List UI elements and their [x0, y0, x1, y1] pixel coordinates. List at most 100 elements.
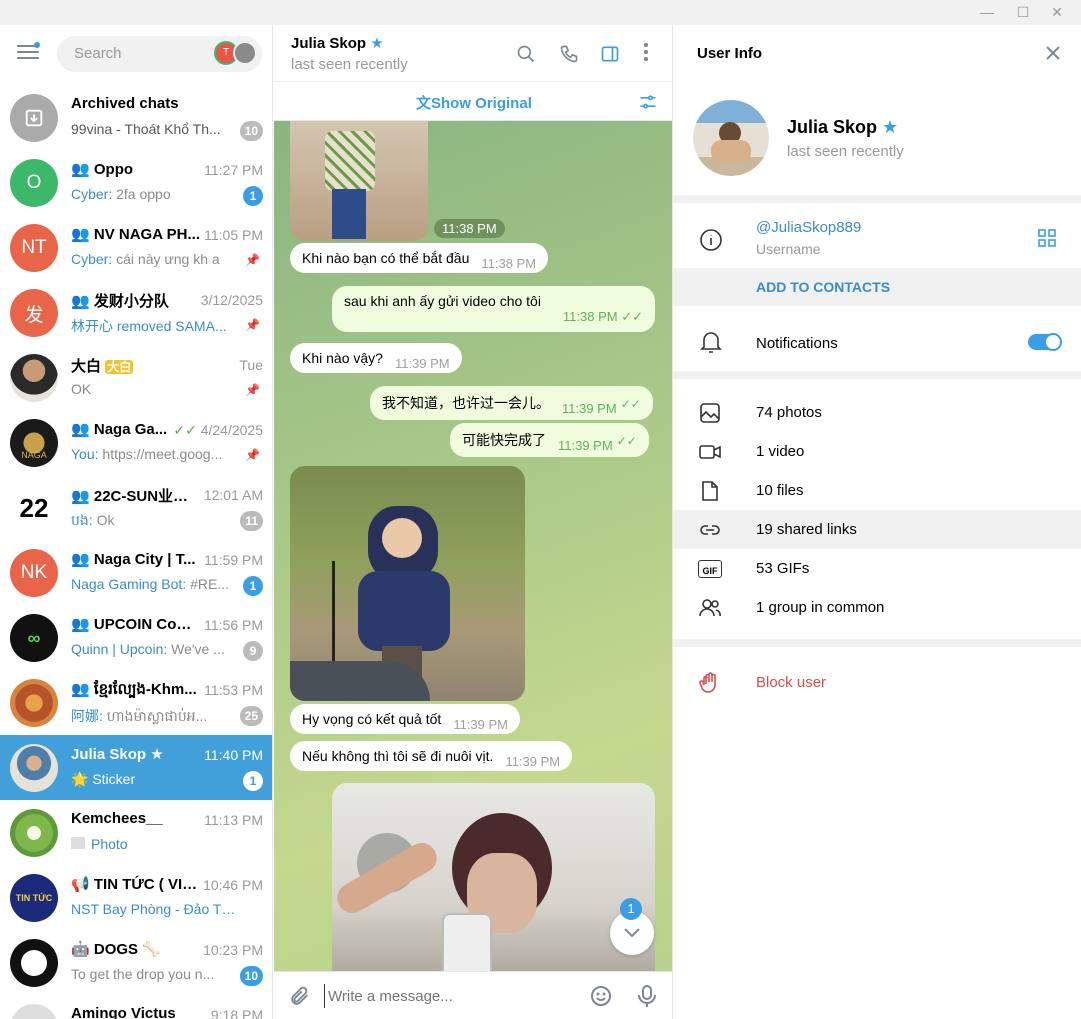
- photo-icon: [700, 403, 720, 423]
- chat-item-upcoin[interactable]: ∞ 👥 UPCOIN Com... 11:56 PM Quinn | Upcoi…: [0, 605, 272, 670]
- photo-message[interactable]: [290, 121, 428, 241]
- avatar: NT: [10, 224, 58, 272]
- group-icon: 👥: [71, 293, 94, 310]
- close-window-icon[interactable]: ✕: [1047, 3, 1067, 21]
- add-to-contacts-button[interactable]: ADD TO CONTACTS: [673, 268, 1081, 306]
- unread-badge: 1: [243, 576, 263, 596]
- divider: [673, 639, 1081, 647]
- pin-icon: 📌: [245, 448, 260, 462]
- common-groups-row[interactable]: 1 group in common: [673, 588, 1081, 627]
- microphone-icon[interactable]: [636, 984, 658, 1008]
- message-bubble-outgoing[interactable]: 我不知道，也许过一会儿。 11:39 PM ✓✓: [370, 386, 653, 420]
- search-icon[interactable]: [516, 44, 536, 64]
- message-bubble-incoming[interactable]: Khi nào vậy? 11:39 PM: [290, 343, 462, 373]
- message-bubble-incoming[interactable]: Khi nào bạn có thể bắt đầu 11:38 PM: [290, 243, 549, 273]
- chat-name: 👥 22C-SUN业主群: [71, 488, 201, 505]
- block-user-label: Block user: [756, 674, 827, 691]
- chat-item-nv-naga[interactable]: NT 👥 NV NAGA PH... 11:05 PM Cyber: cái n…: [0, 215, 272, 280]
- message-bubble-outgoing[interactable]: sau khi anh ấy gửi video cho tôi 11:38 PM…: [332, 286, 655, 332]
- file-icon: [702, 481, 718, 501]
- message-bubble-outgoing[interactable]: 可能快完成了 11:39 PM ✓✓: [450, 423, 649, 457]
- avatar: [10, 809, 58, 857]
- chat-status: last seen recently: [291, 56, 408, 73]
- gifs-count: 53 GIFs: [756, 560, 810, 577]
- chat-item-amingo[interactable]: Amingo Victus 9:18 PM: [0, 995, 272, 1019]
- chat-time: 10:46 PM: [203, 877, 263, 893]
- phone-icon[interactable]: [559, 44, 579, 64]
- avatar: 22: [10, 484, 58, 532]
- chat-name: Julia Skop ★: [71, 746, 164, 763]
- chat-header: Julia Skop ★ last seen recently: [274, 25, 672, 82]
- chat-name: Amingo Victus: [71, 1005, 176, 1019]
- chat-preview: Quinn | Upcoin: We've ...: [71, 641, 225, 657]
- avatar: [10, 679, 58, 727]
- message-bubble-incoming[interactable]: Nếu không thì tôi sẽ đi nuôi vịt. 11:39 P…: [290, 741, 573, 771]
- archived-chats-item[interactable]: Archived chats 99vina - Thoát Khổ Th... …: [0, 85, 272, 150]
- qr-code-icon[interactable]: [1038, 229, 1056, 247]
- search-input[interactable]: Search T: [57, 36, 262, 72]
- chat-item-kemchees[interactable]: Kemchees__ 11:13 PM Photo: [0, 800, 272, 865]
- chat-item-khmer[interactable]: 👥 ខ្មែរល្បែង-Khm... 11:53 PM 阿娜: ហាងម៉ាស…: [0, 670, 272, 735]
- avatar: 发: [10, 289, 58, 337]
- chat-item-dabai[interactable]: 大白 大白 Tue OK 📌: [0, 345, 272, 410]
- pin-icon: 📌: [245, 318, 260, 332]
- chat-item-oppo[interactable]: O 👥 Oppo 11:27 PM Cyber: 2fa oppo 1: [0, 150, 272, 215]
- pin-icon: 📌: [245, 383, 260, 397]
- avatar: [10, 1004, 58, 1019]
- more-icon[interactable]: [644, 43, 648, 61]
- chat-time: ✓✓ 4/24/2025: [173, 422, 263, 438]
- profile-name: Julia Skop ★: [787, 117, 899, 137]
- chat-name: 👥 发财小分队: [71, 293, 169, 310]
- account-avatar-2[interactable]: [233, 41, 257, 65]
- profile-avatar[interactable]: [693, 100, 769, 176]
- chat-name: 👥 Oppo: [71, 161, 134, 178]
- read-checks-icon: ✓✓: [616, 434, 637, 448]
- sidebar-toggle-icon[interactable]: [600, 44, 620, 64]
- chat-item-dogs[interactable]: 🤖 DOGS 🦴 10:23 PM To get the drop you n.…: [0, 930, 272, 995]
- chat-preview: You: https://meet.goog...: [71, 446, 223, 462]
- chat-item-facai[interactable]: 发 👥 发财小分队 3/12/2025 林开心 removed SAMA... …: [0, 280, 272, 345]
- unread-badge: 10: [239, 121, 263, 141]
- avatar: NAGA: [10, 419, 58, 467]
- shared-videos-row[interactable]: 1 video: [673, 432, 1081, 471]
- message-input[interactable]: [324, 984, 574, 1008]
- shared-photos-row[interactable]: 74 photos: [673, 393, 1081, 432]
- close-icon[interactable]: [1045, 45, 1061, 61]
- attach-icon[interactable]: [288, 985, 310, 1007]
- notifications-row[interactable]: Notifications: [673, 323, 1081, 363]
- chat-title[interactable]: Julia Skop ★: [291, 34, 384, 52]
- chat-item-julia-skop[interactable]: Julia Skop ★ 11:40 PM 🌟 Sticker 1: [0, 735, 272, 800]
- search-placeholder: Search: [74, 45, 122, 62]
- photos-count: 74 photos: [756, 404, 822, 421]
- divider: [673, 371, 1081, 379]
- chat-item-naga-ga[interactable]: NAGA 👥 Naga Ga... ✓✓ 4/24/2025 You: http…: [0, 410, 272, 475]
- emoji-icon[interactable]: [589, 984, 613, 1008]
- translate-settings-icon[interactable]: [638, 92, 658, 112]
- shared-gifs-row[interactable]: GIF 53 GIFs: [673, 549, 1081, 588]
- minimize-icon[interactable]: —: [977, 3, 997, 21]
- chat-name: 👥 Naga Ga...: [71, 421, 168, 438]
- block-user-button[interactable]: Block user: [673, 663, 1081, 702]
- messages-area[interactable]: 11:38 PM Khi nào bạn có thể bắt đầu 11:38…: [274, 121, 672, 971]
- photo-message[interactable]: [290, 466, 525, 701]
- chat-item-22c-sun[interactable]: 22 👥 22C-SUN业主群 12:01 AM បង: Ok 11: [0, 475, 272, 540]
- chat-time: Tue: [239, 357, 263, 373]
- chat-preview: Photo: [71, 836, 236, 852]
- username-value[interactable]: @JuliaSkop889: [756, 219, 861, 236]
- message-bubble-incoming[interactable]: Hy vọng có kết quả tốt 11:39 PM: [290, 704, 520, 734]
- chat-item-tin-tuc[interactable]: TIN TỨC 📢 TIN TỨC ( VIỆ... 10:46 PM NST …: [0, 865, 272, 930]
- shared-files-row[interactable]: 10 files: [673, 471, 1081, 510]
- chat-name: Kemchees__: [71, 810, 163, 827]
- group-icon: 👥: [71, 551, 94, 568]
- unread-badge: 9: [243, 641, 263, 661]
- shared-links-row[interactable]: 19 shared links: [673, 510, 1081, 549]
- translate-bar: 文Show Original: [274, 82, 672, 121]
- unread-badge: 10: [239, 966, 263, 986]
- chat-item-naga-city[interactable]: NK 👥 Naga City | T... 11:59 PM Naga Gami…: [0, 540, 272, 605]
- translate-icon: 文: [416, 95, 432, 112]
- conversation-panel: Julia Skop ★ last seen recently 文Show Or…: [274, 25, 672, 1019]
- show-original-button[interactable]: 文Show Original: [416, 92, 532, 113]
- notifications-toggle[interactable]: [1028, 333, 1062, 351]
- photo-message[interactable]: [332, 783, 655, 971]
- maximize-icon[interactable]: ☐: [1013, 3, 1033, 21]
